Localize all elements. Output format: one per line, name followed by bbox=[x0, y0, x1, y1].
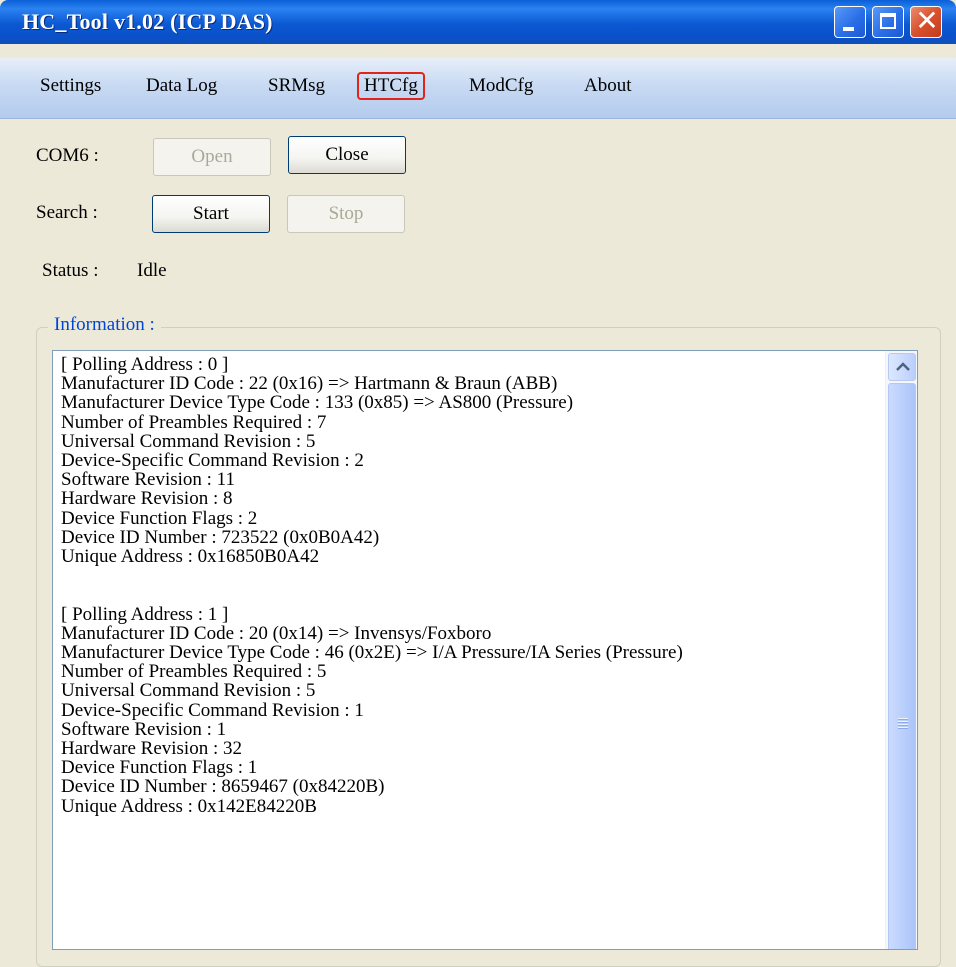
window-title: HC_Tool v1.02 (ICP DAS) bbox=[22, 9, 273, 34]
menu-bar: Settings Data Log SRMsg HTCfg ModCfg Abo… bbox=[0, 58, 956, 119]
status-value: Idle bbox=[137, 260, 167, 281]
grip-icon bbox=[898, 718, 908, 730]
menu-modcfg[interactable]: ModCfg bbox=[469, 75, 533, 97]
open-button[interactable]: Open bbox=[153, 138, 271, 176]
maximize-button[interactable] bbox=[872, 6, 904, 38]
information-text: [ Polling Address : 0 ] Manufacturer ID … bbox=[61, 354, 683, 817]
minimize-icon bbox=[843, 27, 854, 31]
scroll-thumb[interactable] bbox=[888, 383, 916, 949]
search-label: Search : bbox=[36, 202, 98, 223]
information-title: Information : bbox=[48, 314, 161, 336]
close-icon: ✕ bbox=[915, 4, 939, 37]
menu-srmsg[interactable]: SRMsg bbox=[268, 75, 325, 97]
com-port-label: COM6 : bbox=[36, 145, 99, 166]
close-window-button[interactable]: ✕ bbox=[910, 4, 942, 38]
minimize-button[interactable] bbox=[834, 6, 866, 38]
menu-htcfg[interactable]: HTCfg bbox=[357, 72, 425, 100]
stop-button[interactable]: Stop bbox=[287, 195, 405, 233]
menu-data-log[interactable]: Data Log bbox=[146, 75, 217, 97]
menu-settings[interactable]: Settings bbox=[40, 75, 101, 97]
maximize-icon bbox=[880, 13, 896, 29]
chevron-up-icon bbox=[896, 362, 910, 371]
start-button[interactable]: Start bbox=[152, 195, 270, 233]
close-button[interactable]: Close bbox=[288, 136, 406, 174]
menu-about[interactable]: About bbox=[584, 75, 632, 97]
information-textbox[interactable]: [ Polling Address : 0 ] Manufacturer ID … bbox=[52, 350, 918, 950]
vertical-scrollbar[interactable] bbox=[885, 351, 917, 949]
scroll-up-button[interactable] bbox=[888, 353, 916, 381]
title-bar[interactable]: HC_Tool v1.02 (ICP DAS) ✕ bbox=[0, 0, 956, 44]
status-label: Status : bbox=[42, 260, 99, 281]
